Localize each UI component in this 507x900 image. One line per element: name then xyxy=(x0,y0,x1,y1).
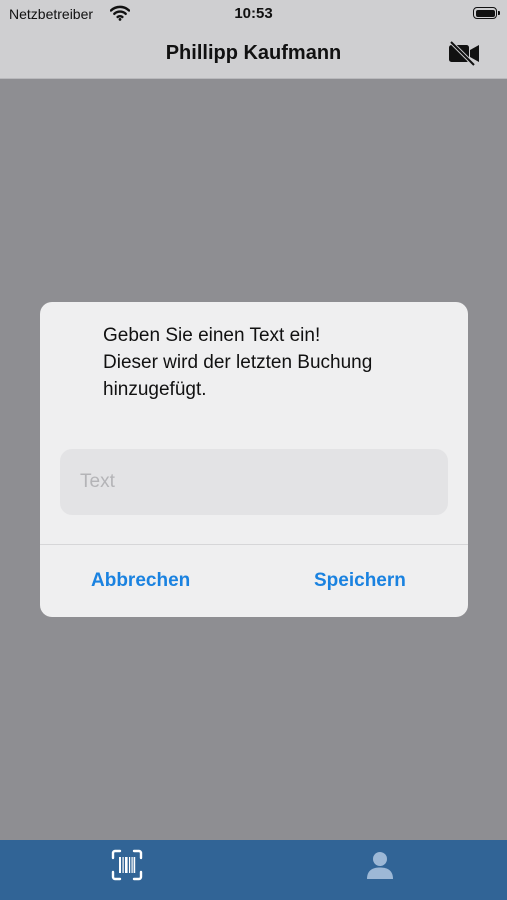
tab-bar xyxy=(0,840,507,900)
dialog-message-line: Geben Sie einen Text ein! xyxy=(103,325,321,346)
navigation-bar: Phillipp Kaufmann xyxy=(0,30,507,79)
dialog-divider xyxy=(40,544,468,545)
alert-dialog: Geben Sie einen Text ein! Dieser wird de… xyxy=(40,302,468,617)
video-off-icon[interactable] xyxy=(447,40,481,67)
barcode-scan-icon[interactable] xyxy=(110,848,144,882)
page-title: Phillipp Kaufmann xyxy=(165,42,342,64)
text-input[interactable] xyxy=(60,449,448,515)
dialog-message: Geben Sie einen Text ein! Dieser wird de… xyxy=(103,322,443,403)
status-bar: Netzbetreiber 10:53 xyxy=(0,0,507,30)
dialog-message-line: Dieser wird der letzten Buchung xyxy=(103,352,373,373)
save-button[interactable]: Speichern xyxy=(308,562,412,600)
battery-icon xyxy=(473,7,500,19)
person-icon[interactable] xyxy=(363,848,397,882)
dialog-message-line: hinzugefügt. xyxy=(103,379,207,400)
clock: 10:53 xyxy=(234,5,273,22)
cancel-button[interactable]: Abbrechen xyxy=(85,562,196,600)
